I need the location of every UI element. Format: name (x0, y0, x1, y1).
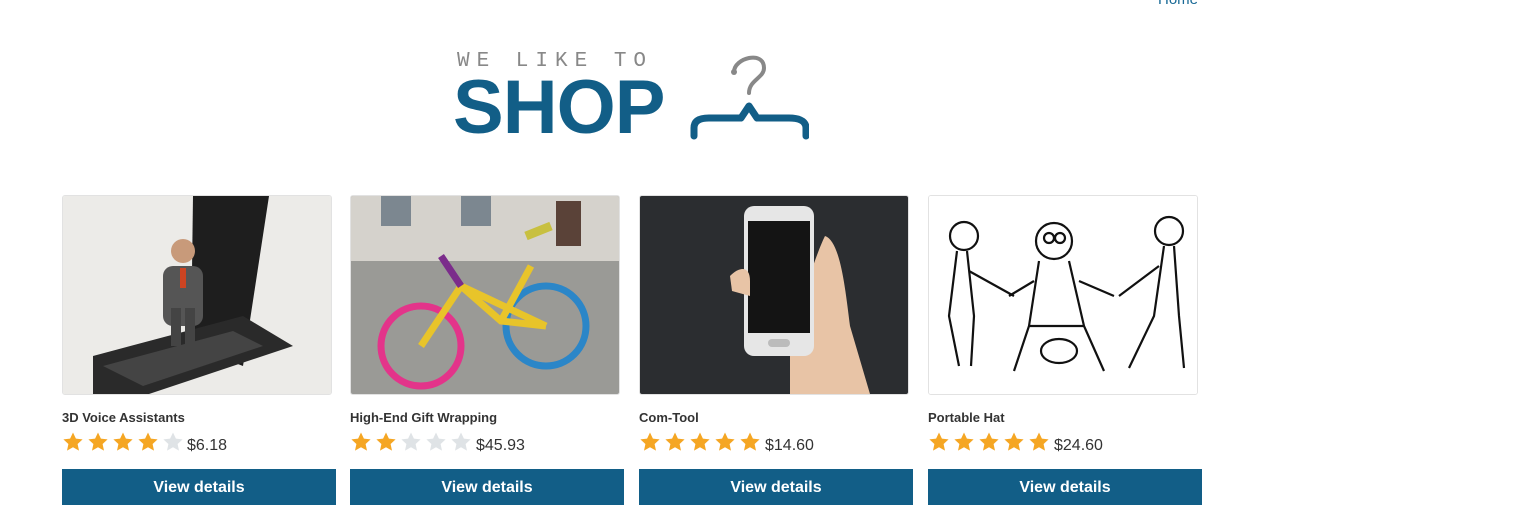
star-empty-icon (401, 432, 421, 451)
product-price: $14.60 (765, 437, 814, 454)
star-filled-icon (88, 432, 108, 451)
product-image[interactable] (639, 195, 909, 395)
view-details-button[interactable]: View details (350, 469, 624, 505)
star-empty-icon (426, 432, 446, 451)
rating-stars (62, 431, 187, 453)
star-filled-icon (640, 432, 660, 451)
star-empty-icon (163, 432, 183, 451)
star-filled-icon (690, 432, 710, 451)
product-card: Com-Tool $14.60 View details (639, 195, 913, 505)
home-link[interactable]: Home (1158, 0, 1198, 8)
product-card: 3D Voice Assistants $6.18 View details (62, 195, 336, 505)
product-image[interactable] (62, 195, 332, 395)
product-title[interactable]: Com-Tool (639, 410, 699, 425)
star-empty-icon (451, 432, 471, 451)
logo-title: SHOP (453, 65, 665, 150)
rating-stars (928, 431, 1053, 453)
product-card: Portable Hat $24.60 View details (928, 195, 1202, 505)
star-filled-icon (740, 432, 760, 451)
product-title[interactable]: Portable Hat (928, 410, 1005, 425)
product-card: High-End Gift Wrapping $45.93 View detai… (350, 195, 624, 505)
star-filled-icon (665, 432, 685, 451)
star-filled-icon (63, 432, 83, 451)
product-price: $45.93 (476, 437, 525, 454)
hanger-icon (690, 55, 809, 140)
star-filled-icon (351, 432, 371, 451)
star-filled-icon (929, 432, 949, 451)
view-details-button[interactable]: View details (62, 469, 336, 505)
star-filled-icon (1004, 432, 1024, 451)
rating-stars (639, 431, 764, 453)
star-filled-icon (954, 432, 974, 451)
view-details-button[interactable]: View details (639, 469, 913, 505)
star-filled-icon (715, 432, 735, 451)
view-details-button[interactable]: View details (928, 469, 1202, 505)
star-filled-icon (1029, 432, 1049, 451)
star-filled-icon (113, 432, 133, 451)
product-title[interactable]: 3D Voice Assistants (62, 410, 185, 425)
product-price: $6.18 (187, 437, 228, 454)
rating-stars (350, 431, 475, 453)
product-image[interactable] (350, 195, 620, 395)
product-title[interactable]: High-End Gift Wrapping (350, 410, 497, 425)
product-price: $24.60 (1054, 437, 1103, 454)
star-filled-icon (979, 432, 999, 451)
site-logo[interactable]: WE LIKE TO SHOP (453, 48, 816, 150)
star-filled-icon (138, 432, 158, 451)
product-image[interactable] (928, 195, 1198, 395)
star-filled-icon (376, 432, 396, 451)
